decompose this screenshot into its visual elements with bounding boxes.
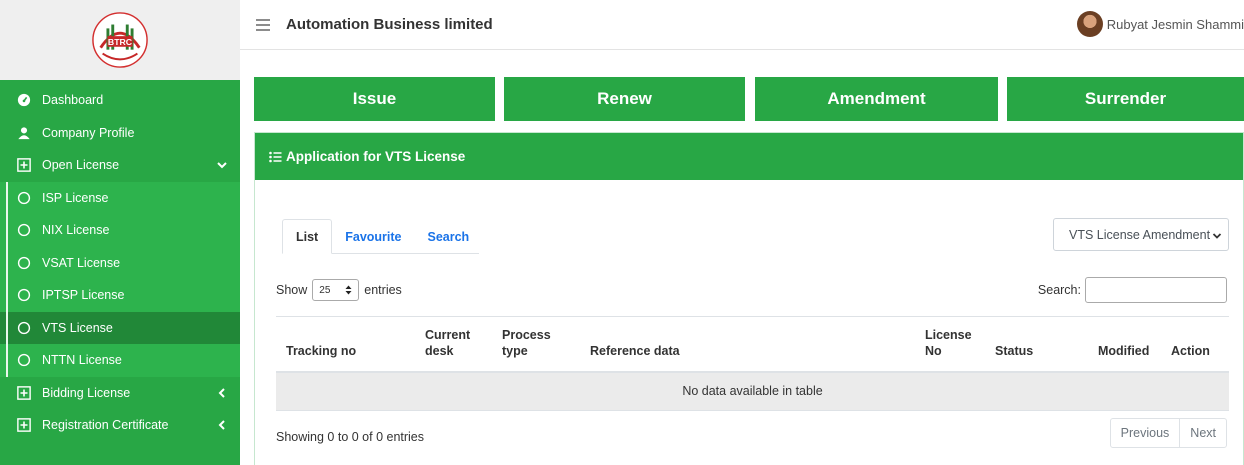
sidebar: BTRC Dashboard Company Profile Open Lice… [0, 0, 240, 465]
sidebar-item-label: Bidding License [42, 385, 131, 400]
submenu-line [6, 181, 8, 214]
list-icon [269, 151, 282, 162]
sidebar-item-vsat-license[interactable]: VSAT License [0, 246, 240, 279]
submenu-line [6, 246, 8, 279]
column-header-reference-data[interactable]: Reference data [580, 316, 915, 373]
sidebar-item-label: Dashboard [42, 93, 104, 108]
top-header: Automation Business limited Rubyat Jesmi… [240, 0, 1244, 50]
column-header-status[interactable]: Status [985, 316, 1088, 373]
next-page-button[interactable]: Next [1179, 419, 1226, 447]
circle-icon [16, 287, 32, 303]
sort-arrows-icon [345, 285, 352, 295]
show-label: Show [276, 283, 308, 297]
action-buttons: Issue Renew Amendment Surrender [254, 77, 1244, 121]
panel-title: Application for VTS License [286, 149, 466, 164]
sidebar-item-label: IPTSP License [42, 288, 125, 303]
sidebar-item-label: Registration Certificate [42, 418, 169, 433]
user-name: Rubyat Jesmin Shammi [1106, 16, 1244, 32]
chevron-down-icon [1212, 233, 1222, 239]
plus-square-icon [16, 157, 32, 173]
sidebar-item-label: Open License [42, 158, 120, 173]
table-row: No data available in table [276, 371, 1229, 411]
chevron-down-icon [217, 162, 227, 169]
user-icon [16, 125, 32, 141]
sidebar-item-isp-license[interactable]: ISP License [0, 181, 240, 214]
chevron-left-icon [218, 388, 225, 398]
company-name: Automation Business limited [286, 16, 493, 33]
amendment-button[interactable]: Amendment [755, 77, 998, 121]
sidebar-item-vts-license[interactable]: VTS License [0, 311, 240, 344]
submenu-line [6, 279, 8, 312]
sidebar-item-label: VTS License [42, 320, 113, 335]
column-header-tracking-no[interactable]: Tracking no [276, 316, 415, 373]
empty-table-message: No data available in table [276, 371, 1229, 411]
renew-button[interactable]: Renew [504, 77, 745, 121]
logo-area[interactable]: BTRC [0, 0, 240, 80]
previous-page-button[interactable]: Previous [1111, 419, 1180, 447]
btrc-logo: BTRC [92, 12, 148, 68]
column-header-process-type[interactable]: Process type [492, 316, 580, 373]
sidebar-item-dashboard[interactable]: Dashboard [0, 84, 240, 117]
entries-label: entries [364, 283, 402, 297]
panel-header: Application for VTS License [255, 133, 1243, 180]
issue-button[interactable]: Issue [254, 77, 495, 121]
logo-text: BTRC [108, 37, 133, 47]
table-search: Search: [1038, 277, 1227, 303]
sidebar-item-nix-license[interactable]: NIX License [0, 214, 240, 247]
page-length-select[interactable]: 25 [312, 279, 360, 301]
column-header-action: Action [1161, 316, 1229, 373]
page-length-value: 25 [319, 284, 331, 296]
submenu-line [6, 311, 8, 344]
submenu-line [6, 214, 8, 247]
page-length-control: Show 25 entries [276, 279, 402, 301]
user-menu[interactable]: Rubyat Jesmin Shammi [1076, 11, 1244, 37]
search-label: Search: [1037, 283, 1081, 297]
license-type-select[interactable]: VTS License Amendment [1053, 218, 1229, 251]
table-info: Showing 0 to 0 of 0 entries [276, 430, 425, 444]
table-header-row: Tracking no Current desk Process type Re… [276, 316, 1229, 373]
hamburger-menu-icon[interactable] [256, 18, 270, 31]
sidebar-item-label: NTTN License [42, 353, 122, 368]
applications-table: Tracking no Current desk Process type Re… [276, 316, 1229, 411]
sidebar-item-iptsp-license[interactable]: IPTSP License [0, 279, 240, 312]
column-header-current-desk[interactable]: Current desk [415, 316, 492, 373]
plus-square-icon [16, 417, 32, 433]
sidebar-item-label: Company Profile [42, 125, 135, 140]
sidebar-item-registration-certificate[interactable]: Registration Certificate [0, 409, 240, 442]
sidebar-nav: Dashboard Company Profile Open License I… [0, 80, 240, 442]
sidebar-item-nttn-license[interactable]: NTTN License [0, 344, 240, 377]
circle-icon [16, 222, 32, 238]
plus-square-icon [16, 385, 32, 401]
view-tabs: List Favourite Search [282, 219, 479, 254]
column-header-modified[interactable]: Modified [1088, 316, 1161, 373]
chevron-left-icon [218, 420, 225, 430]
circle-icon [16, 352, 32, 368]
search-input[interactable] [1085, 277, 1227, 303]
license-type-value: VTS License Amendment [1069, 227, 1211, 242]
dashboard-icon [16, 92, 32, 108]
sidebar-item-bidding-license[interactable]: Bidding License [0, 377, 240, 410]
circle-icon [16, 190, 32, 206]
tab-search[interactable]: Search [415, 219, 483, 254]
column-header-license-no[interactable]: License No [915, 316, 985, 373]
circle-icon [16, 320, 32, 336]
sidebar-item-open-license[interactable]: Open License [0, 149, 240, 182]
application-panel: Application for VTS License List Favouri… [254, 132, 1244, 465]
tab-favourite[interactable]: Favourite [332, 219, 414, 254]
pagination: Previous Next [1109, 418, 1227, 448]
tab-list[interactable]: List [282, 219, 333, 254]
surrender-button[interactable]: Surrender [1007, 77, 1244, 121]
app-root: BTRC Dashboard Company Profile Open Lice… [0, 0, 1244, 465]
submenu-line [6, 344, 8, 377]
sidebar-item-label: NIX License [42, 223, 110, 238]
sidebar-item-label: ISP License [42, 190, 109, 205]
sidebar-item-label: VSAT License [42, 255, 121, 270]
avatar [1076, 11, 1103, 37]
sidebar-item-company-profile[interactable]: Company Profile [0, 117, 240, 150]
circle-icon [16, 255, 32, 271]
